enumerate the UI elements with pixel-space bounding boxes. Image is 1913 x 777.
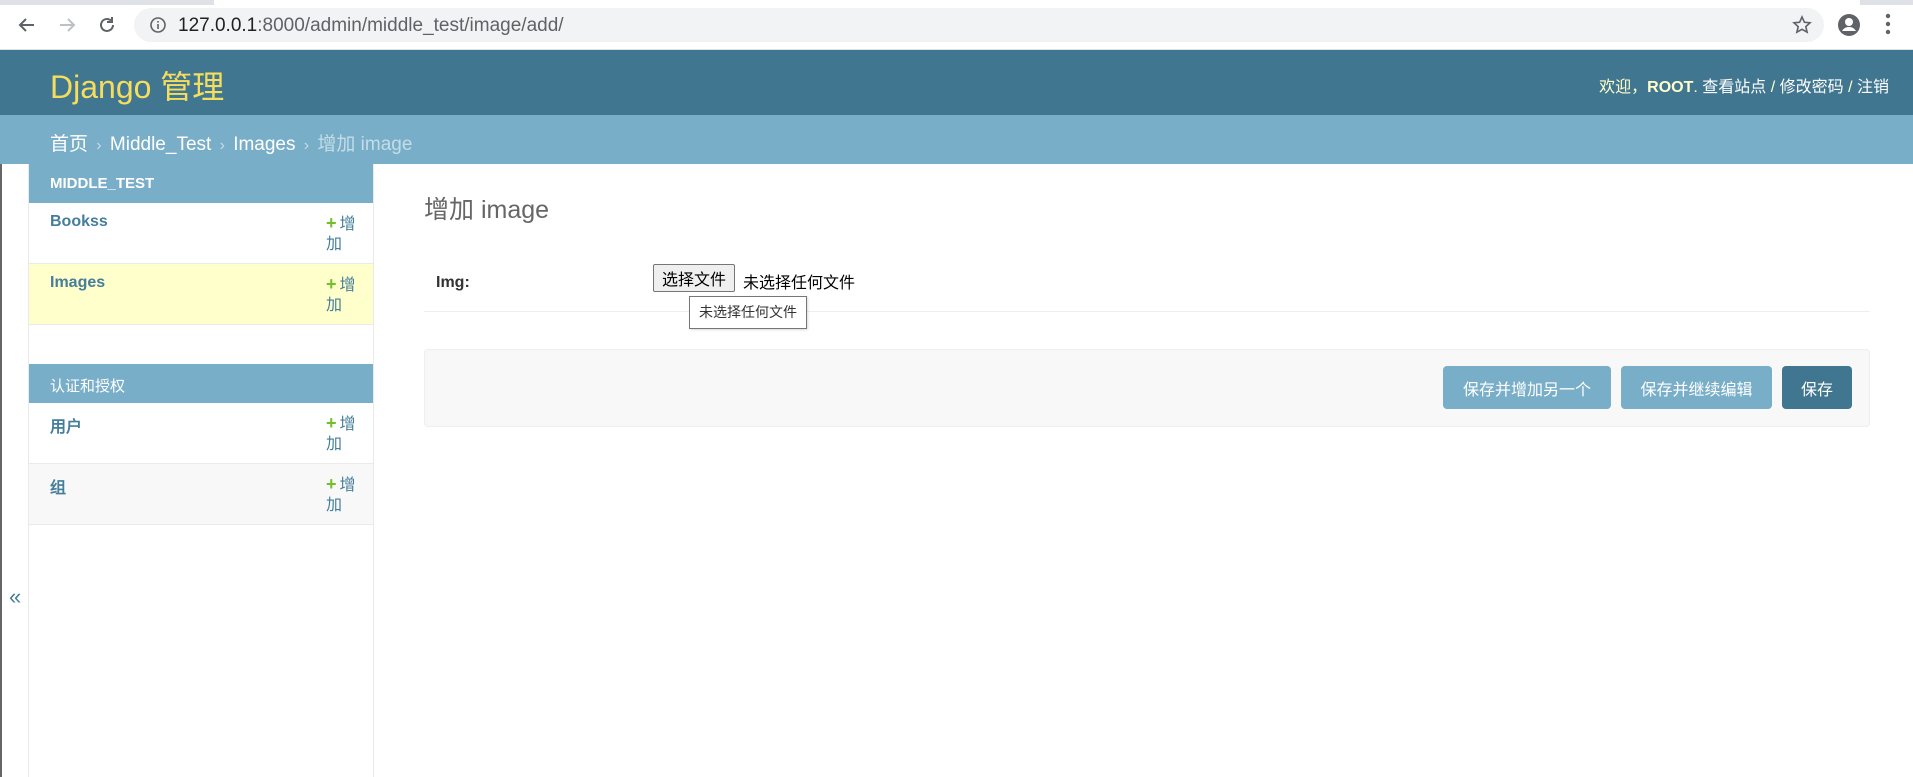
breadcrumb-model[interactable]: Images [233, 134, 295, 155]
model-link-groups[interactable]: 组 [50, 474, 66, 498]
address-bar[interactable]: 127.0.0.1:8000/admin/middle_test/image/a… [134, 8, 1824, 42]
nav-sidebar: MIDDLE_TEST Bookss + 增加 Images + 增加 认证和授权 … [29, 164, 374, 777]
forward-arrow-icon[interactable] [52, 12, 82, 38]
module-caption-auth[interactable]: 认证和授权 [29, 364, 373, 403]
profile-avatar-icon[interactable] [1836, 12, 1862, 43]
url-text[interactable]: 127.0.0.1:8000/admin/middle_test/image/a… [178, 15, 564, 37]
plus-icon: + [326, 474, 337, 494]
username: ROOT [1647, 79, 1694, 96]
view-site-link[interactable]: 查看站点 [1702, 79, 1766, 96]
sidebar-item-users: 用户 + 增加 [29, 403, 373, 464]
submit-row: 保存并增加另一个 保存并继续编辑 保存 [424, 349, 1870, 427]
change-password-link[interactable]: 修改密码 [1780, 79, 1844, 96]
plus-icon: + [326, 274, 337, 294]
url-host: 127.0.0.1 [178, 15, 258, 36]
page-title: 增加 image [424, 196, 550, 224]
separator: / [1766, 79, 1780, 96]
tab-strip [0, 0, 1913, 5]
sidebar-item-images: Images + 增加 [29, 264, 373, 325]
model-link-bookss[interactable]: Bookss [50, 213, 108, 231]
breadcrumb-current: 增加 image [317, 134, 413, 155]
breadcrumb-separator: › [96, 137, 102, 154]
site-info-icon[interactable] [149, 16, 167, 39]
dot-sep: . [1693, 79, 1703, 96]
url-path: :8000/admin/middle_test/image/add/ [257, 15, 564, 36]
choose-file-button[interactable]: 选择文件 [653, 264, 736, 292]
separator: / [1843, 79, 1857, 96]
form-row-img: Img: 选择文件 未选择任何文件 [424, 262, 1870, 312]
logout-link[interactable]: 注销 [1857, 79, 1889, 96]
user-tools: 欢迎，ROOT. 查看站点 / 修改密码 / 注销 [1599, 73, 1889, 97]
add-images-link[interactable]: + 增加 [326, 274, 366, 316]
sidebar-item-groups: 组 + 增加 [29, 464, 373, 525]
admin-header: Django 管理 欢迎，ROOT. 查看站点 / 修改密码 / 注销 [0, 50, 1913, 115]
file-tooltip: 未选择任何文件 [689, 296, 807, 329]
add-groups-link[interactable]: + 增加 [326, 474, 366, 516]
model-link-users[interactable]: 用户 [50, 413, 82, 437]
model-link-images[interactable]: Images [50, 274, 105, 292]
sidebar-item-bookss: Bookss + 增加 [29, 203, 373, 264]
module-spacer [29, 325, 373, 364]
reload-icon[interactable] [92, 12, 122, 38]
back-arrow-icon[interactable] [12, 12, 42, 38]
breadcrumb-separator: › [303, 137, 310, 154]
welcome-text: 欢迎， [1599, 79, 1648, 96]
breadcrumb: 首页 › Middle_Test › Images › 增加 image [0, 115, 1913, 164]
breadcrumb-home[interactable]: 首页 [50, 134, 88, 155]
active-tab[interactable] [214, 0, 1860, 5]
bookmark-star-icon[interactable] [1792, 15, 1812, 40]
site-branding[interactable]: Django 管理 [50, 62, 224, 108]
breadcrumb-separator: › [219, 137, 225, 154]
breadcrumb-app[interactable]: Middle_Test [110, 134, 211, 155]
img-field-label: Img: [436, 274, 470, 291]
plus-icon: + [326, 413, 337, 433]
save-and-continue-button[interactable]: 保存并继续编辑 [1621, 366, 1772, 409]
save-button[interactable]: 保存 [1782, 366, 1852, 409]
browser-toolbar: 127.0.0.1:8000/admin/middle_test/image/a… [0, 0, 1913, 50]
collapse-chevron-icon: « [9, 584, 22, 609]
add-users-link[interactable]: + 增加 [326, 413, 366, 455]
file-status-text: 未选择任何文件 [743, 275, 856, 292]
module-caption-middle-test[interactable]: MIDDLE_TEST [29, 164, 373, 203]
plus-icon: + [326, 213, 337, 233]
add-bookss-link[interactable]: + 增加 [326, 213, 366, 255]
toggle-sidebar-button[interactable]: « [0, 164, 29, 777]
save-and-add-another-button[interactable]: 保存并增加另一个 [1443, 366, 1611, 409]
browser-menu-icon[interactable] [1884, 12, 1892, 41]
